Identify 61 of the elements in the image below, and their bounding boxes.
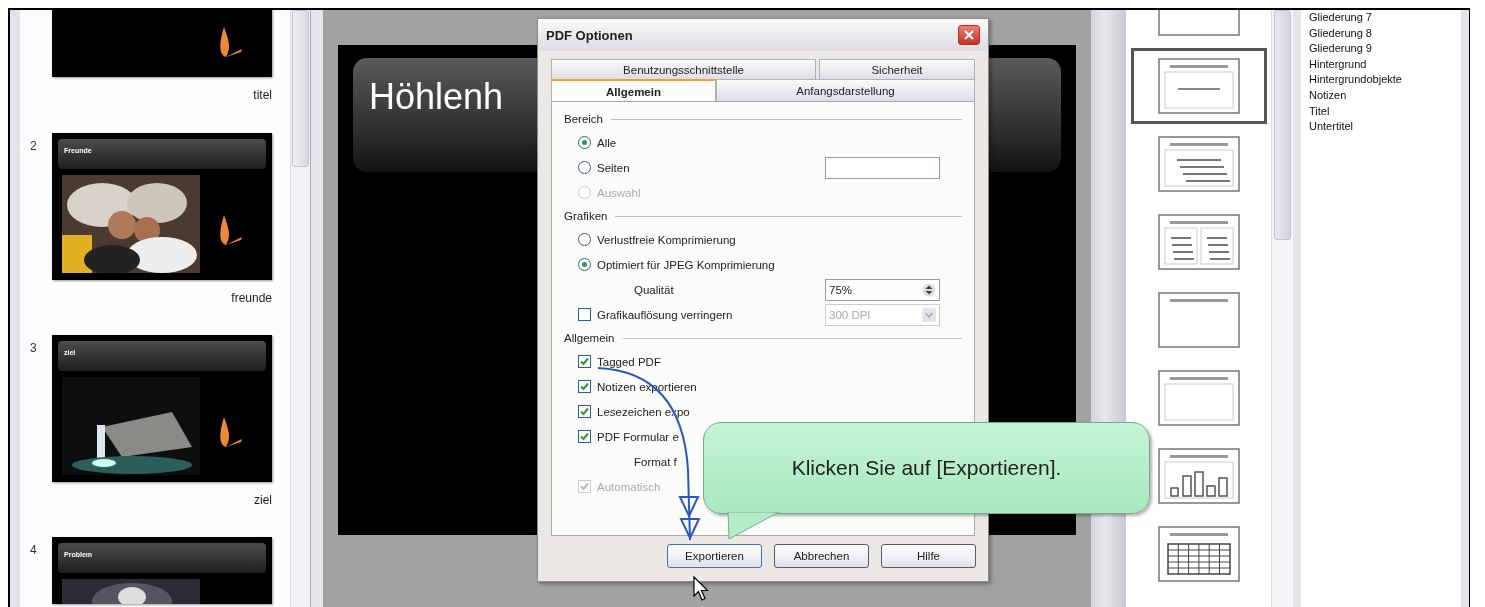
- spin-field[interactable]: 75%: [825, 278, 940, 301]
- scrollbar-thumb[interactable]: [1274, 10, 1291, 240]
- option-label[interactable]: PDF Formular e: [597, 430, 679, 443]
- callout-bubble: Klicken Sie auf [Exportieren].: [703, 422, 1150, 514]
- tab[interactable]: Allgemein: [551, 79, 716, 101]
- dialog-button[interactable]: Hilfe: [881, 544, 976, 568]
- option-label[interactable]: Verlustfreie Komprimierung: [597, 233, 736, 246]
- layout-icon: [1158, 292, 1240, 348]
- checkbox[interactable]: [578, 430, 591, 443]
- field-label: Qualität: [633, 283, 674, 296]
- dialog-button[interactable]: Abbrechen: [774, 544, 869, 568]
- layout-icon: [1158, 58, 1240, 114]
- slide-number: 4: [30, 543, 37, 557]
- tab[interactable]: Sicherheit: [819, 59, 975, 79]
- checkbox[interactable]: [578, 308, 591, 321]
- layout-icon: [1158, 370, 1240, 426]
- section-heading: Allgemein: [564, 332, 615, 344]
- option-label[interactable]: Alle: [597, 136, 617, 149]
- checkbox[interactable]: [578, 355, 591, 368]
- style-item[interactable]: Gliederung 7: [1309, 10, 1461, 26]
- section-heading: Grafiken: [564, 210, 608, 222]
- option-label[interactable]: Optimiert für JPEG Komprimierung: [597, 258, 775, 271]
- style-item[interactable]: Notizen: [1309, 87, 1461, 104]
- style-item[interactable]: Hintergrundobjekte: [1309, 72, 1461, 88]
- field-label: Format f: [633, 455, 677, 468]
- style-item[interactable]: Gliederung 9: [1309, 41, 1461, 57]
- radio-button[interactable]: [578, 161, 591, 174]
- slide-number: 2: [30, 139, 37, 153]
- checkbox[interactable]: [578, 380, 591, 393]
- style-item[interactable]: Gliederung 8: [1309, 25, 1461, 42]
- slide-caption: ziel: [254, 493, 272, 507]
- tab[interactable]: Benutzungsschnittstelle: [551, 59, 816, 79]
- tab[interactable]: Anfangsdarstellung: [716, 79, 975, 101]
- option-label[interactable]: Seiten: [597, 161, 630, 174]
- scrollbar-thumb[interactable]: [292, 10, 309, 167]
- section-heading: Bereich: [564, 113, 603, 125]
- style-item[interactable]: Untertitel: [1309, 119, 1461, 135]
- radio-button[interactable]: [578, 136, 591, 149]
- close-icon: [963, 29, 975, 41]
- slide-caption: titel: [253, 88, 272, 102]
- close-button[interactable]: [958, 25, 980, 45]
- input-field[interactable]: [825, 156, 940, 179]
- style-item[interactable]: Hintergrund: [1309, 56, 1461, 73]
- dialog-title: PDF Optionen: [546, 27, 633, 43]
- spin-arrows-icon[interactable]: [922, 282, 936, 297]
- layout-icon: [1158, 136, 1240, 192]
- dialog-button[interactable]: Exportieren: [667, 544, 762, 568]
- style-item[interactable]: Titel: [1309, 103, 1461, 120]
- checkbox[interactable]: [578, 405, 591, 418]
- option-label[interactable]: Grafikauflösung verringern: [597, 308, 733, 321]
- radio-button[interactable]: [578, 233, 591, 246]
- radio-button[interactable]: [578, 258, 591, 271]
- slide-caption: freunde: [231, 291, 272, 305]
- option-label[interactable]: Tagged PDF: [597, 355, 661, 368]
- mouse-pointer-icon: [693, 576, 709, 602]
- slide-number: 3: [30, 341, 37, 355]
- layout-icon: [1158, 448, 1240, 504]
- layout-icon: [1158, 526, 1240, 582]
- layout-icon: [1158, 214, 1240, 270]
- layout-option[interactable]: [1131, 48, 1267, 124]
- callout-tail: [727, 512, 782, 540]
